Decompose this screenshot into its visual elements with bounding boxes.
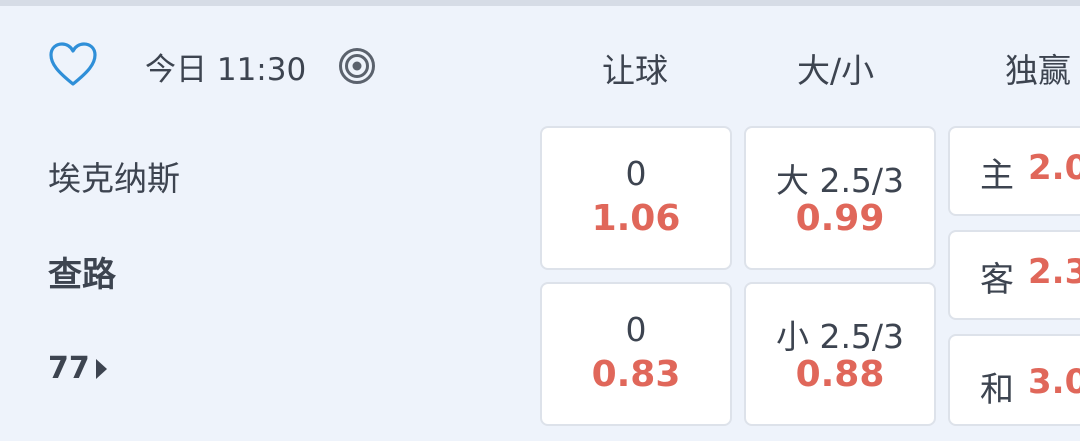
caret-right-icon: [95, 358, 107, 379]
under-odds-cell[interactable]: 小 2.5/3 0.88: [744, 282, 936, 426]
under-line: 小 2.5/3: [775, 317, 905, 356]
under-odds: 0.88: [795, 354, 885, 395]
moneyline-home-cell[interactable]: 主 2.0: [948, 126, 1080, 216]
match-time: 今日 11:30: [145, 52, 307, 88]
top-divider: [0, 0, 1080, 6]
moneyline-label: 和: [980, 370, 1014, 410]
handicap-line: 0: [625, 154, 647, 193]
handicap-odds: 0.83: [591, 354, 681, 395]
trend-link[interactable]: 查路: [48, 247, 116, 296]
handicap-line: 0: [625, 310, 647, 349]
over-odds: 0.99: [795, 198, 885, 239]
favorite-heart-icon[interactable]: [48, 42, 98, 88]
more-markets-count: 77: [48, 351, 90, 386]
moneyline-odds: 2.3: [1028, 252, 1080, 292]
over-line: 大 2.5/3: [775, 161, 905, 200]
moneyline-odds: 3.0: [1028, 362, 1080, 402]
moneyline-label: 主: [980, 156, 1014, 196]
column-header-moneyline: 独赢: [1005, 51, 1071, 90]
more-markets-button[interactable]: 77: [48, 351, 107, 386]
handicap-odds-cell-home[interactable]: 0 1.06: [540, 126, 732, 270]
over-odds-cell[interactable]: 大 2.5/3 0.99: [744, 126, 936, 270]
moneyline-away-cell[interactable]: 客 2.3: [948, 230, 1080, 320]
handicap-odds-cell-away[interactable]: 0 0.83: [540, 282, 732, 426]
live-target-icon[interactable]: [338, 47, 376, 85]
column-header-over-under: 大/小: [797, 51, 875, 90]
team-name: 埃克纳斯: [48, 159, 180, 198]
handicap-odds: 1.06: [591, 198, 681, 239]
column-header-handicap: 让球: [602, 51, 668, 90]
moneyline-label: 客: [980, 260, 1014, 300]
moneyline-odds: 2.0: [1028, 148, 1080, 188]
moneyline-draw-cell[interactable]: 和 3.0: [948, 334, 1080, 426]
